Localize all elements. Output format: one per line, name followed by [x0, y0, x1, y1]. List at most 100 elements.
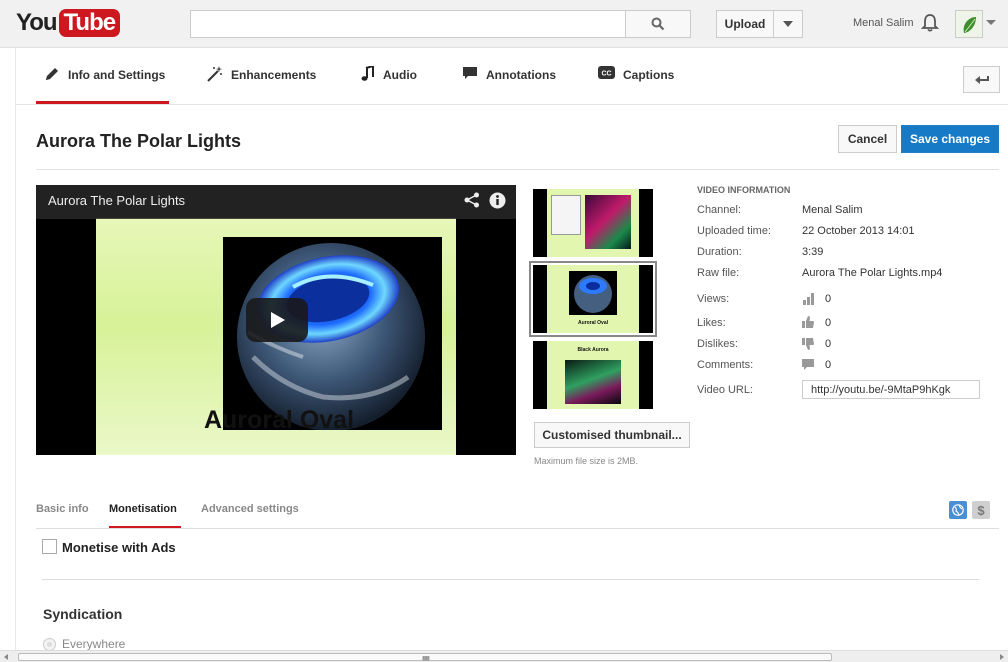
- tab-label: Audio: [383, 68, 417, 82]
- tab-label: Captions: [623, 68, 675, 82]
- magic-wand-icon: [207, 66, 223, 82]
- monetisation-divider: [42, 579, 979, 580]
- channel-value: Menal Salim: [802, 204, 863, 216]
- monetise-with-ads-checkbox[interactable]: [42, 539, 57, 554]
- cancel-button[interactable]: Cancel: [838, 125, 897, 153]
- upload-button[interactable]: Upload: [716, 10, 774, 38]
- search-button[interactable]: [625, 10, 691, 38]
- thumbnail-image: Auroral Oval: [547, 265, 639, 333]
- thumbnail-caption: Black Aurora: [577, 347, 609, 353]
- earth-thumbnail-image: [574, 275, 612, 313]
- play-icon: [271, 312, 285, 328]
- tab-label: Annotations: [486, 68, 556, 82]
- avatar-leaf-icon: [963, 17, 976, 33]
- thumbnail-image: [547, 189, 639, 257]
- public-globe-button[interactable]: [949, 501, 967, 519]
- thumbnail-aurora-photo: [585, 195, 631, 249]
- thumbnail-option-2[interactable]: Auroral Oval: [529, 261, 657, 337]
- info-icon[interactable]: [489, 192, 506, 209]
- video-frame-caption: Auroral Oval: [203, 406, 355, 434]
- search-icon: [651, 17, 665, 31]
- title-divider: [36, 169, 999, 170]
- search-input[interactable]: [190, 10, 626, 38]
- tab-audio[interactable]: Audio: [361, 66, 417, 104]
- thumbnail-caption: Auroral Oval: [577, 320, 608, 326]
- thumbs-up-icon: [802, 316, 814, 328]
- dislikes-value: 0: [825, 338, 832, 350]
- thumbnail-text-panel: [551, 195, 581, 235]
- tab-enhancements[interactable]: Enhancements: [206, 66, 317, 104]
- player-top-bar: Aurora The Polar Lights: [36, 185, 516, 219]
- video-url-label: Video URL:: [697, 384, 754, 396]
- uploaded-time-value: 22 October 2013 14:01: [802, 225, 915, 237]
- uploaded-time-label: Uploaded time:: [697, 225, 771, 237]
- duration-value: 3:39: [802, 246, 824, 258]
- video-information-heading: VIDEO INFORMATION: [697, 185, 791, 195]
- left-gutter-line: [15, 48, 16, 650]
- logo-you-text: You: [16, 9, 58, 36]
- player-overlay-title[interactable]: Aurora The Polar Lights: [48, 193, 185, 208]
- tab-label: Enhancements: [231, 68, 317, 82]
- editor-tab-bar: Info and Settings Enhancements Audio Ann…: [16, 48, 1008, 105]
- globe-icon: [952, 504, 964, 516]
- monetisation-dollar-button[interactable]: $: [972, 501, 990, 519]
- avatar[interactable]: [955, 10, 983, 38]
- likes-value: 0: [825, 317, 832, 329]
- bell-icon[interactable]: [919, 12, 941, 34]
- music-note-icon: [361, 66, 374, 81]
- return-arrow-icon: [974, 75, 989, 84]
- customised-thumbnail-button[interactable]: Customised thumbnail...: [534, 422, 690, 448]
- scrollbar-grip-icon: ▮▮▮: [422, 655, 430, 662]
- comments-value: 0: [825, 359, 832, 371]
- scroll-right-arrow[interactable]: [1000, 654, 1004, 660]
- tab-monetisation[interactable]: Monetisation: [109, 503, 181, 528]
- views-value: 0: [825, 293, 832, 305]
- logo-tube-text: Tube: [58, 9, 121, 37]
- horizontal-scrollbar[interactable]: ▮▮▮: [0, 650, 1008, 662]
- thumbnail-option-1[interactable]: [533, 189, 653, 257]
- channel-label: Channel:: [697, 204, 742, 216]
- share-icon[interactable]: [464, 192, 480, 208]
- tab-advanced-settings[interactable]: Advanced settings: [201, 503, 299, 528]
- tab-basic-info[interactable]: Basic info: [36, 503, 89, 528]
- max-file-size-note: Maximum file size is 2MB.: [534, 456, 639, 466]
- save-changes-button[interactable]: Save changes: [901, 125, 999, 153]
- syndication-heading: Syndication: [43, 606, 123, 622]
- section-tabs-divider: [36, 528, 999, 529]
- video-url-field[interactable]: [802, 380, 980, 399]
- svg-text:CC: CC: [601, 71, 611, 78]
- bar-chart-icon: [803, 293, 814, 305]
- thumbnail-photo-frame: [569, 271, 617, 315]
- chevron-down-icon: [783, 21, 793, 27]
- monetise-with-ads-label: Monetise with Ads: [62, 540, 176, 555]
- play-button[interactable]: [246, 298, 308, 342]
- thumbnail-option-3[interactable]: Black Aurora: [533, 341, 653, 409]
- raw-file-value: Aurora The Polar Lights.mp4: [802, 267, 943, 279]
- thumbs-down-icon: [802, 338, 814, 350]
- speech-bubble-icon: [463, 67, 477, 79]
- account-menu-arrow[interactable]: [986, 20, 996, 25]
- video-title: Aurora The Polar Lights: [36, 131, 242, 151]
- thumbnail-aurora-photo: [565, 360, 621, 404]
- likes-label: Likes:: [697, 317, 726, 329]
- dislikes-label: Dislikes:: [697, 338, 738, 350]
- raw-file-label: Raw file:: [697, 267, 740, 279]
- tab-annotations[interactable]: Annotations: [462, 67, 556, 104]
- tab-captions[interactable]: CC Captions: [598, 66, 675, 104]
- views-label: Views:: [697, 293, 730, 305]
- svg-text:$: $: [977, 503, 985, 517]
- pencil-icon: [46, 68, 58, 80]
- tab-label: Info and Settings: [68, 68, 166, 82]
- upload-menu-button[interactable]: [773, 10, 803, 38]
- video-player[interactable]: Auroral Oval Aurora The Polar Lights: [36, 185, 516, 455]
- scroll-left-arrow[interactable]: [4, 654, 8, 660]
- cc-icon: CC: [598, 66, 615, 79]
- comments-label: Comments:: [697, 359, 754, 371]
- tab-info-and-settings[interactable]: Info and Settings: [36, 68, 169, 104]
- scrollbar-thumb[interactable]: ▮▮▮: [18, 653, 832, 662]
- back-button[interactable]: [963, 66, 1000, 93]
- duration-label: Duration:: [697, 246, 742, 258]
- youtube-logo[interactable]: You Tube: [16, 8, 121, 38]
- masthead: You Tube Upload Menal Salim: [0, 0, 1008, 48]
- account-name[interactable]: Menal Salim: [853, 17, 914, 29]
